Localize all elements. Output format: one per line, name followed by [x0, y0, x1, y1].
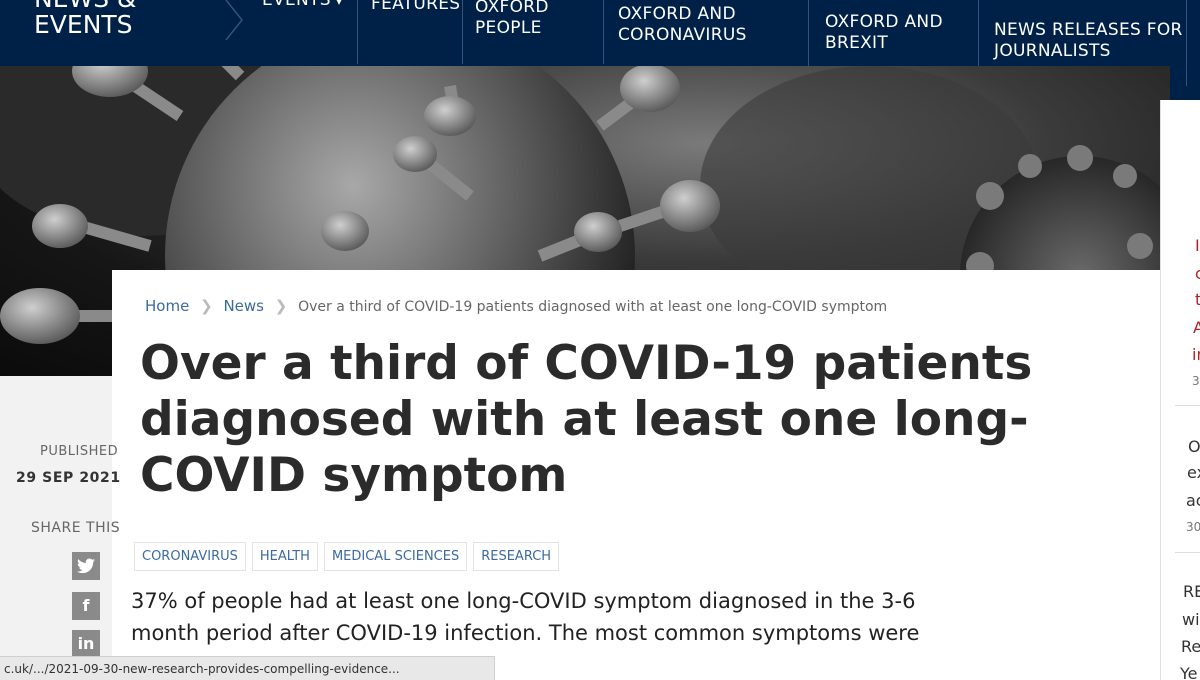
- article-title: Over a third of COVID-19 patients diagno…: [140, 336, 1033, 504]
- related-fragment[interactable]: t: [1195, 290, 1200, 309]
- nav-item-label-line1: OXFORD AND: [618, 4, 736, 24]
- related-fragment[interactable]: ex: [1187, 463, 1200, 482]
- chevron-right-icon: ❯: [274, 297, 288, 315]
- nav-item-label-line2: JOURNALISTS: [994, 41, 1111, 61]
- related-fragment[interactable]: in: [1192, 345, 1200, 364]
- nav-item-label-line2: CORONAVIRUS: [618, 25, 747, 45]
- nav-separator-chevron-icon: [225, 0, 243, 40]
- nav-divider: [357, 0, 358, 64]
- breadcrumb: Home ❯ News ❯ Over a third of COVID-19 p…: [145, 297, 887, 315]
- breadcrumb-news[interactable]: News: [223, 297, 264, 315]
- tag-coronavirus[interactable]: CORONAVIRUS: [134, 542, 246, 571]
- tag-health[interactable]: HEALTH: [251, 542, 318, 571]
- related-divider: [1175, 405, 1200, 406]
- nav-item-label-line1: OXFORD AND: [825, 12, 943, 32]
- related-fragment[interactable]: wi: [1182, 610, 1200, 629]
- nav-item-news-releases[interactable]: NEWS RELEASES FOR JOURNALISTS: [994, 20, 1183, 62]
- nav-divider: [603, 0, 604, 64]
- nav-item-features[interactable]: FEATURES: [371, 0, 460, 15]
- linkedin-icon[interactable]: in: [72, 630, 100, 658]
- twitter-icon[interactable]: [72, 552, 100, 580]
- related-date: 3: [1192, 374, 1200, 388]
- nav-item-label-line2: BREXIT: [825, 33, 889, 53]
- related-fragment[interactable]: I: [1195, 236, 1200, 255]
- nav-item-oxford-coronavirus[interactable]: OXFORD AND CORONAVIRUS: [618, 4, 747, 46]
- tag-medical-sciences[interactable]: MEDICAL SCIENCES: [323, 542, 468, 571]
- nav-divider: [462, 0, 463, 64]
- article-tags: CORONAVIRUS HEALTH MEDICAL SCIENCES RESE…: [134, 542, 560, 571]
- article-title-line: Over a third of COVID-19 patients: [140, 336, 1033, 391]
- nav-item-events[interactable]: EVENTS ▾: [262, 0, 342, 13]
- article-title-line: COVID symptom: [140, 448, 568, 503]
- nav-item-label-line1: NEWS RELEASES FOR: [994, 20, 1183, 40]
- nav-item-oxford-brexit[interactable]: OXFORD AND BREXIT: [825, 12, 943, 54]
- nav-item-oxford-people[interactable]: OXFORD PEOPLE: [475, 0, 549, 39]
- nav-divider: [1186, 0, 1187, 86]
- share-label: SHARE THIS: [31, 520, 121, 536]
- breadcrumb-current: Over a third of COVID-19 patients diagno…: [298, 299, 888, 315]
- browser-status-bar: c.uk/.../2021-09-30-new-research-provide…: [0, 656, 495, 680]
- tag-research[interactable]: RESEARCH: [473, 542, 560, 571]
- related-fragment[interactable]: c: [1195, 264, 1200, 283]
- nav-item-label: FEATURES: [371, 0, 461, 14]
- nav-item-label-line2: PEOPLE: [475, 18, 542, 38]
- section-brand[interactable]: NEWS & EVENTS: [34, 0, 137, 38]
- related-divider: [1175, 552, 1200, 553]
- related-fragment[interactable]: A: [1193, 318, 1200, 337]
- related-fragment[interactable]: Ye: [1180, 664, 1198, 680]
- related-fragment[interactable]: O: [1188, 437, 1200, 456]
- published-date: 29 SEP 2021: [16, 470, 121, 486]
- chevron-down-icon: ▾: [336, 0, 342, 8]
- related-fragment[interactable]: Re: [1181, 637, 1200, 656]
- related-fragment[interactable]: RE: [1183, 582, 1200, 601]
- nav-item-label-line1: OXFORD: [475, 0, 549, 17]
- facebook-icon[interactable]: f: [72, 592, 100, 620]
- article-title-line: diagnosed with at least one long-: [140, 392, 1029, 447]
- chevron-right-icon: ❯: [200, 297, 213, 315]
- nav-item-label: EVENTS: [262, 0, 331, 10]
- article-lead: 37% of people had at least one long-COVI…: [131, 585, 931, 649]
- related-fragment[interactable]: ac: [1186, 491, 1200, 510]
- status-url: c.uk/.../2021-09-30-new-research-provide…: [4, 662, 400, 676]
- article-lead-line: 37% of people had at least one long-COVI…: [131, 589, 916, 613]
- breadcrumb-home[interactable]: Home: [145, 297, 189, 315]
- brand-line-2: EVENTS: [34, 10, 133, 39]
- twitter-bird-shape: [77, 558, 95, 574]
- published-label: PUBLISHED: [40, 444, 119, 459]
- article-lead-line: month period after COVID-19 infection. T…: [131, 621, 920, 645]
- related-date: 30: [1186, 520, 1200, 534]
